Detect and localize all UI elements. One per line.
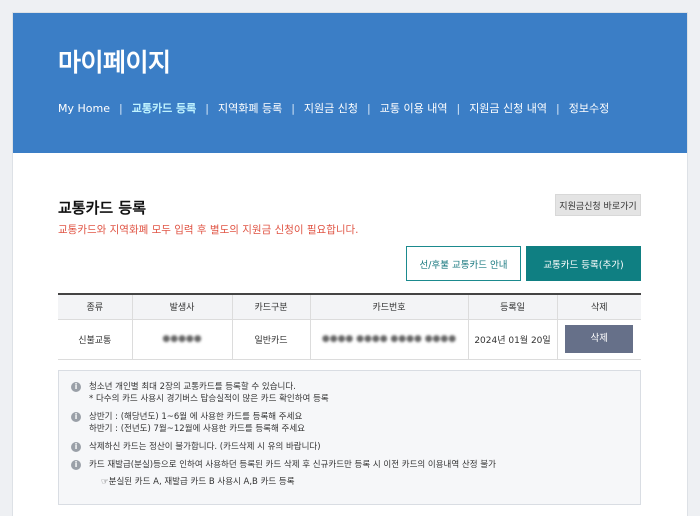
card-guide-button[interactable]: 선/후불 교통카드 안내	[406, 246, 521, 281]
mypage-nav: My Home | 교통카드 등록 | 지역화폐 등록 | 지원금 신청 | 교…	[58, 100, 609, 116]
info-line: 청소년 개인별 최대 2장의 교통카드를 등록할 수 있습니다.	[89, 382, 296, 392]
table-header-row: 종류 발생사 카드구분 카드번호 등록일 삭제	[58, 293, 641, 320]
nav-separator: |	[118, 101, 123, 115]
nav-item-apply-history[interactable]: 지원금 신청 내역	[469, 100, 547, 116]
info-item: i 카드 재발급(분실)등으로 인하여 사용하던 등록된 카드 삭제 후 신규카…	[71, 459, 628, 471]
nav-item-local-currency[interactable]: 지역화폐 등록	[218, 100, 282, 116]
subsidy-shortcut-button[interactable]: 지원금신청 바로가기	[555, 194, 641, 216]
section-title: 교통카드 등록	[58, 199, 147, 217]
nav-separator: |	[367, 101, 371, 115]
col-header-issuer: 발생사	[131, 293, 232, 320]
table-row: 신불교통 ●●●●● 일반카드 ●●●● ●●●● ●●●● ●●●● 2024…	[58, 319, 641, 360]
info-box: i 청소년 개인별 최대 2장의 교통카드를 등록할 수 있습니다. * 다수의…	[58, 370, 641, 505]
cell-number: ●●●● ●●●● ●●●● ●●●●	[309, 319, 468, 360]
info-line: 하반기 : (전년도) 7월~12월에 사용한 카드를 등록해 주세요	[89, 424, 305, 434]
info-item: i 상반기 : (해당년도) 1~6월 에 사용한 카드를 등록해 주세요 하반…	[71, 411, 628, 435]
col-header-date: 등록일	[467, 293, 557, 320]
cell-type: 신불교통	[58, 319, 132, 360]
info-item: i 청소년 개인별 최대 2장의 교통카드를 등록할 수 있습니다. * 다수의…	[71, 381, 628, 405]
cell-category: 일반카드	[231, 319, 310, 360]
info-line: 상반기 : (해당년도) 1~6월 에 사용한 카드를 등록해 주세요	[89, 412, 303, 422]
card-table: 종류 발생사 카드구분 카드번호 등록일 삭제 신불교통 ●●●●● 일반카드 …	[58, 293, 641, 360]
info-circle-icon: i	[71, 412, 81, 422]
info-circle-icon: i	[71, 382, 81, 392]
nav-separator: |	[205, 101, 209, 115]
info-item: i 삭제하신 카드는 정산이 불가합니다. (카드삭제 시 유의 바랍니다)	[71, 441, 628, 453]
nav-item-card-register[interactable]: 교통카드 등록	[132, 100, 197, 116]
nav-separator: |	[456, 101, 461, 115]
info-line: * 다수의 카드 사용시 경기버스 탑승실적이 많은 카드 확인하여 등록	[89, 394, 329, 404]
nav-separator: |	[291, 101, 295, 115]
nav-item-edit-info[interactable]: 정보수정	[569, 100, 609, 116]
delete-button[interactable]: 삭제	[565, 325, 634, 353]
nav-item-my-home[interactable]: My Home	[58, 102, 110, 115]
add-card-button[interactable]: 교통카드 등록(추가)	[526, 246, 641, 281]
info-circle-icon: i	[71, 460, 81, 470]
card-number-masked: ●●●● ●●●● ●●●● ●●●●	[321, 334, 457, 344]
info-example: ☞분실된 카드 A, 재발급 카드 B 사용시 A,B 카드 등록	[101, 477, 295, 487]
info-line: 카드 재발급(분실)등으로 인하여 사용하던 등록된 카드 삭제 후 신규카드만…	[89, 460, 496, 470]
info-circle-icon: i	[71, 442, 81, 452]
nav-item-subsidy-apply[interactable]: 지원금 신청	[304, 100, 358, 116]
col-header-number: 카드번호	[309, 293, 468, 320]
col-header-delete: 삭제	[556, 293, 641, 320]
issuer-masked: ●●●●●	[162, 334, 202, 344]
header-banner: 마이페이지 My Home | 교통카드 등록 | 지역화폐 등록 | 지원금 …	[13, 13, 687, 153]
nav-item-usage-history[interactable]: 교통 이용 내역	[380, 100, 448, 116]
page-frame: 마이페이지 My Home | 교통카드 등록 | 지역화폐 등록 | 지원금 …	[12, 12, 688, 516]
nav-separator: |	[556, 101, 560, 115]
col-header-type: 종류	[58, 293, 132, 320]
info-line: 삭제하신 카드는 정산이 불가합니다. (카드삭제 시 유의 바랍니다)	[89, 442, 321, 452]
cell-date: 2024년 01월 20일	[467, 319, 557, 360]
notice-text: 교통카드와 지역화폐 모두 입력 후 별도의 지원금 신청이 필요합니다.	[58, 224, 359, 236]
cell-delete: 삭제	[556, 319, 641, 360]
page-title: 마이페이지	[58, 48, 171, 77]
cell-issuer: ●●●●●	[131, 319, 232, 360]
col-header-category: 카드구분	[231, 293, 310, 320]
